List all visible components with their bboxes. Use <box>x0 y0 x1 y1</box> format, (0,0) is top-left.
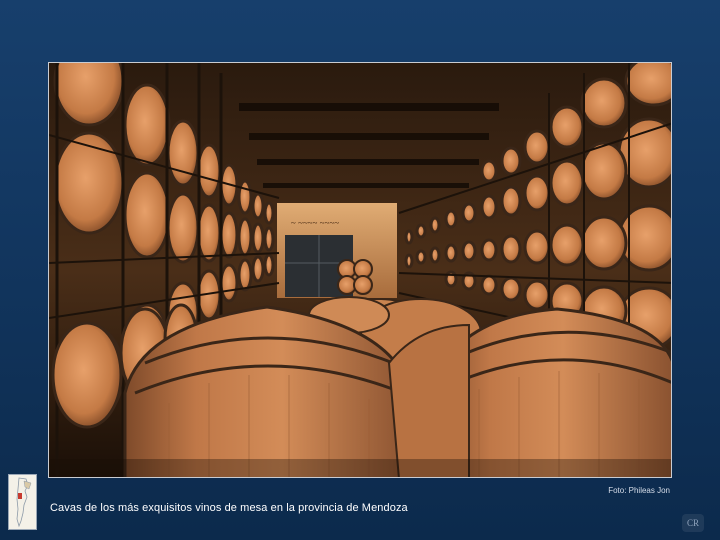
logo-icon: CR <box>682 514 704 532</box>
svg-text:~ ~~~~ ~~~~: ~ ~~~~ ~~~~ <box>291 218 339 228</box>
photo-credit: Foto: Phileas Jon <box>608 486 670 495</box>
cellar-photo: ~ ~~~~ ~~~~ <box>48 62 672 478</box>
argentina-map-icon <box>8 474 37 530</box>
photo-caption: Cavas de los más exquisitos vinos de mes… <box>50 502 408 514</box>
